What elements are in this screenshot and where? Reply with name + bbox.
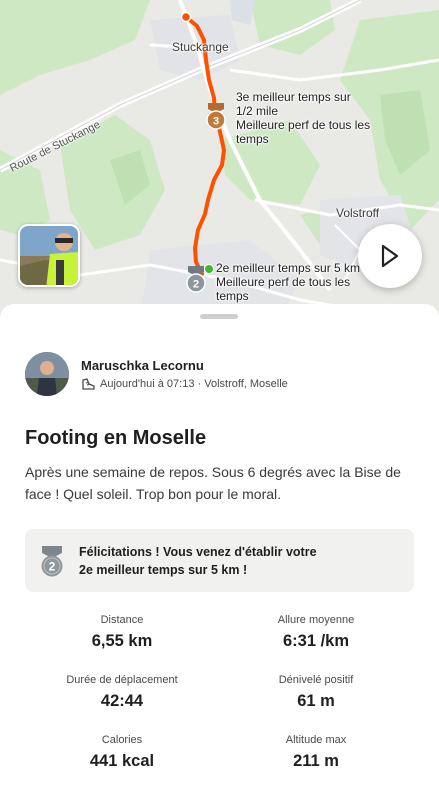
achievement-3-line3: Meilleure perf de tous les [236, 118, 371, 132]
route-end-marker [180, 11, 192, 23]
activity-meta-text: Aujourd'hui à 07:13 · Volstroff, Moselle [100, 378, 288, 390]
achievement-3-line2: 1/2 mile [236, 104, 279, 118]
stat-value: 61 m [297, 692, 335, 710]
achievement-2-text: 2e meilleur temps sur 5 km Meilleure per… [216, 261, 360, 303]
svg-text:2: 2 [49, 559, 56, 573]
stat-moving-time: Durée de déplacement 42:44 [22, 674, 222, 711]
athlete-header[interactable]: Maruschka Lecornu Aujourd'hui à 07:13 · … [25, 352, 288, 396]
achievement-3-text: 3e meilleur temps sur 1/2 mile Meilleure… [236, 90, 370, 146]
stat-distance: Distance 6,55 km [22, 614, 222, 651]
stat-avg-pace: Allure moyenne 6:31 /km [216, 614, 416, 651]
svg-text:2: 2 [193, 279, 199, 291]
svg-text:3: 3 [213, 116, 219, 128]
achievement-banner-line1: Félicitations ! Vous venez d'établir vot… [79, 544, 317, 559]
stat-value: 6:31 /km [282, 632, 350, 650]
silver-medal-icon: 2 [41, 545, 63, 576]
stat-max-elevation: Altitude max 211 m [216, 734, 416, 771]
stat-value: 42:44 [100, 692, 144, 710]
achievement-banner[interactable]: 2 Félicitations ! Vous venez d'établir v… [25, 529, 414, 592]
stat-label: Calories [101, 734, 143, 746]
stat-value: 441 kcal [89, 752, 155, 770]
achievement-2-line2: Meilleure perf de tous les [216, 275, 351, 289]
bronze-medal-icon: 3 [206, 103, 226, 130]
athlete-name[interactable]: Maruschka Lecornu [81, 358, 288, 373]
avatar-photo [25, 352, 69, 396]
avatar[interactable] [25, 352, 69, 396]
route-start-marker [204, 264, 214, 274]
stat-label: Distance [100, 614, 144, 626]
achievement-2-line1: 2e meilleur temps sur 5 km [216, 261, 361, 275]
town-label-stuckange: Stuckange [172, 40, 229, 54]
medal-3-marker[interactable]: 3 [203, 101, 229, 136]
stat-calories: Calories 441 kcal [22, 734, 222, 771]
achievement-3-line1: 3e meilleur temps sur [236, 90, 351, 104]
activity-title: Footing en Moselle [25, 427, 207, 449]
achievement-banner-line2: 2e meilleur temps sur 5 km ! [79, 562, 248, 577]
stat-label: Allure moyenne [277, 614, 355, 626]
selfie-photo [20, 226, 78, 285]
stat-label: Dénivelé positif [278, 674, 354, 686]
activity-description: Après une semaine de repos. Sous 6 degré… [25, 464, 401, 502]
running-shoe-icon [82, 377, 95, 390]
achievement-3-line4: temps [236, 132, 269, 146]
sheet-drag-handle[interactable] [200, 314, 238, 319]
play-icon [381, 244, 399, 268]
stat-label: Altitude max [285, 734, 347, 746]
achievement-2-line3: temps [216, 289, 249, 303]
stat-elevation-gain: Dénivelé positif 61 m [216, 674, 416, 711]
activity-sheet: Maruschka Lecornu Aujourd'hui à 07:13 · … [0, 304, 439, 800]
route-map[interactable]: Stuckange Volstroff Route de Stuckange 3… [0, 0, 439, 320]
stat-value: 6,55 km [91, 632, 153, 650]
stat-value: 211 m [293, 752, 339, 770]
town-label-volstroff: Volstroff [336, 206, 380, 220]
activity-photo-thumbnail[interactable] [18, 224, 80, 287]
activity-meta: Aujourd'hui à 07:13 · Volstroff, Moselle [81, 377, 288, 391]
stat-label: Durée de déplacement [66, 674, 178, 686]
play-flyover-button[interactable] [358, 224, 422, 288]
